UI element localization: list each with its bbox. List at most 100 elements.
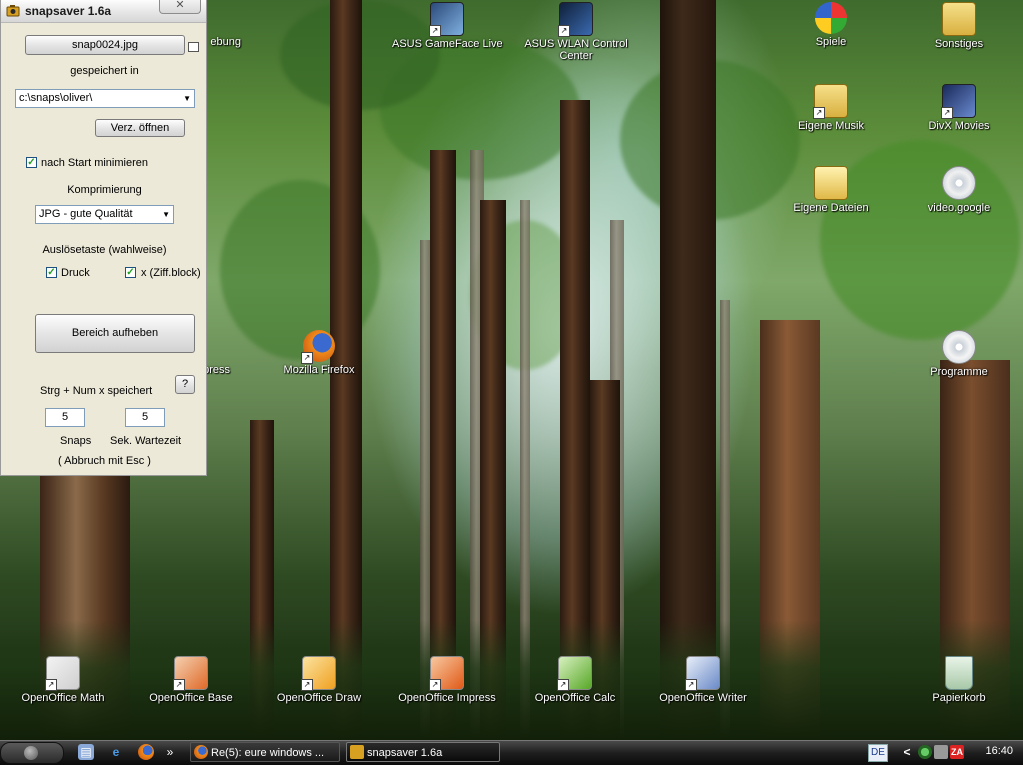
recycle-bin-icon	[945, 656, 973, 690]
desktop-icon-label: Sonstiges	[934, 38, 984, 50]
desktop-icon-oo-impress[interactable]: ↗ OpenOffice Impress	[392, 656, 502, 704]
language-indicator[interactable]: DE	[868, 744, 888, 762]
compression-label: Komprimierung	[67, 184, 142, 196]
divx-icon: ↗	[941, 84, 976, 119]
desktop-icon-papierkorb[interactable]: Papierkorb	[904, 656, 1014, 704]
firefox-icon: ↗	[301, 330, 335, 364]
trigger-numx-label: x (Ziff.block)	[141, 267, 201, 279]
desktop-icon-asus-wlan[interactable]: ↗ ASUS WLAN Control Center	[521, 2, 631, 62]
zonealarm-icon[interactable]: ZA	[950, 745, 964, 759]
compression-value: JPG - gute Qualität	[39, 208, 133, 220]
desktop-icon-label: ASUS GameFace Live	[392, 38, 503, 50]
desktop-icon-sonstiges[interactable]: Sonstiges	[904, 2, 1014, 50]
cd-icon	[942, 330, 976, 364]
window-titlebar[interactable]: snapsaver 1.6a ✕	[1, 0, 206, 23]
snapsaver-window: snapsaver 1.6a ✕ snap0024.jpg gespeicher…	[0, 0, 207, 476]
snapsaver-icon	[6, 5, 20, 17]
desktop-icon-label: OpenOffice Impress	[398, 692, 496, 704]
desktop-icon-label: OpenOffice Base	[149, 692, 233, 704]
taskbar-item-label: snapsaver 1.6a	[367, 747, 443, 759]
desktop-icon-oo-draw[interactable]: ↗ OpenOffice Draw	[264, 656, 374, 704]
extra-checkbox[interactable]	[188, 42, 199, 52]
trigger-key-label: Auslösetaste (wahlweise)	[42, 244, 167, 256]
device-tray-icon[interactable]	[934, 745, 948, 759]
abort-hint: ( Abbruch mit Esc )	[58, 455, 151, 467]
desktop-icon-label: Spiele	[815, 36, 847, 48]
snapsaver-icon	[350, 745, 364, 759]
desktop-icon-label: OpenOffice Math	[21, 692, 105, 704]
openoffice-math-icon: ↗	[45, 656, 80, 691]
open-directory-button[interactable]: Verz. öffnen	[95, 119, 185, 137]
start-button[interactable]	[0, 742, 64, 764]
desktop-icon-label: Eigene Dateien	[793, 202, 869, 214]
desktop-icon-label: Programme	[930, 366, 988, 378]
openoffice-writer-icon: ↗	[685, 656, 720, 691]
folder-icon	[942, 2, 976, 36]
firefox-icon[interactable]	[138, 744, 154, 760]
taskbar-item-label: Re(5): eure windows ...	[211, 747, 325, 759]
path-value: c:\snaps\oliver\	[19, 92, 93, 104]
openoffice-draw-icon: ↗	[301, 656, 336, 691]
chevron-down-icon[interactable]: ▼	[162, 206, 170, 223]
openoffice-base-icon: ↗	[173, 656, 208, 691]
documents-folder-icon	[814, 166, 848, 200]
quicklaunch-more[interactable]: »	[164, 744, 176, 760]
filename-button[interactable]: snap0024.jpg	[25, 35, 185, 55]
windows-flag-icon	[815, 2, 847, 34]
hotkey-text: Strg + Num x speichert	[40, 385, 153, 397]
desktop-icon-label: OpenOffice Writer	[659, 692, 747, 704]
chevron-down-icon[interactable]: ▼	[183, 90, 191, 107]
desktop-icon-eigene-musik[interactable]: ↗ Eigene Musik	[776, 84, 886, 132]
wlan-icon: ↗	[558, 2, 593, 37]
desktop-icon-label: Eigene Musik	[797, 120, 865, 132]
taskbar-item-firefox[interactable]: Re(5): eure windows ...	[190, 742, 340, 762]
openoffice-impress-icon: ↗	[429, 656, 464, 691]
tray-expand-chevron[interactable]: <	[900, 745, 914, 759]
desktop-icon-eigene-dateien[interactable]: Eigene Dateien	[776, 166, 886, 214]
desktop-icon-oo-writer[interactable]: ↗ OpenOffice Writer	[648, 656, 758, 704]
firefox-icon	[194, 745, 208, 759]
windows-orb-icon	[24, 746, 38, 760]
desktop-icon-oo-base[interactable]: ↗ OpenOffice Base	[136, 656, 246, 704]
desktop-icon-label: Mozilla Firefox	[283, 364, 355, 376]
trigger-print-checkbox[interactable]: ✓	[46, 267, 57, 278]
desktop-icon-programme[interactable]: Programme	[904, 330, 1014, 378]
desktop-icon-oo-calc[interactable]: ↗ OpenOffice Calc	[520, 656, 630, 704]
desktop-icon-spiele[interactable]: Spiele	[776, 2, 886, 48]
compression-select[interactable]: JPG - gute Qualität ▼	[35, 205, 174, 224]
saved-in-label: gespeichert in	[70, 65, 139, 77]
desktop-icon-label: Papierkorb	[932, 692, 986, 704]
minimize-on-start-label: nach Start minimieren	[41, 157, 148, 169]
gameface-icon: ↗	[429, 2, 464, 37]
desktop-icon-oo-math[interactable]: ↗ OpenOffice Math	[8, 656, 118, 704]
desktop-icon-mozilla-firefox[interactable]: ↗ Mozilla Firefox	[264, 330, 374, 376]
taskbar: ▤ e » Re(5): eure windows ... snapsaver …	[0, 740, 1023, 765]
internet-explorer-icon[interactable]: e	[108, 744, 124, 760]
desktop-icon-label: OpenOffice Calc	[534, 692, 616, 704]
desktop-icon-video-google[interactable]: video.google	[904, 166, 1014, 214]
system-tray: DE < ZA 16:40	[868, 741, 1023, 764]
openoffice-calc-icon: ↗	[557, 656, 592, 691]
desktop-icon-label: video.google	[927, 202, 991, 214]
help-button[interactable]: ?	[175, 375, 195, 394]
trigger-print-label: Druck	[61, 267, 90, 279]
wait-seconds-input[interactable]: 5	[125, 408, 165, 427]
clock: 16:40	[985, 745, 1013, 757]
snaps-label: Snaps	[60, 435, 92, 447]
desktop-icon-label: DivX Movies	[928, 120, 990, 132]
wait-label: Sek. Wartezeit	[110, 435, 182, 447]
minimize-on-start-checkbox[interactable]: ✓	[26, 157, 37, 168]
desktop-icon-label: OpenOffice Draw	[276, 692, 362, 704]
close-button[interactable]: ✕	[159, 0, 201, 14]
window-title: snapsaver 1.6a	[25, 4, 112, 18]
network-tray-icon[interactable]	[918, 745, 932, 759]
desktop-icon-divx-movies[interactable]: ↗ DivX Movies	[904, 84, 1014, 132]
show-desktop-icon[interactable]: ▤	[78, 744, 94, 760]
desktop-icon-asus-gameface[interactable]: ↗ ASUS GameFace Live	[392, 2, 503, 50]
cd-icon	[942, 166, 976, 200]
snaps-count-input[interactable]: 5	[45, 408, 85, 427]
taskbar-item-snapsaver[interactable]: snapsaver 1.6a	[346, 742, 500, 762]
path-combobox[interactable]: c:\snaps\oliver\ ▼	[15, 89, 195, 108]
trigger-numx-checkbox[interactable]: ✓	[125, 267, 136, 278]
release-area-button[interactable]: Bereich aufheben	[35, 314, 195, 353]
